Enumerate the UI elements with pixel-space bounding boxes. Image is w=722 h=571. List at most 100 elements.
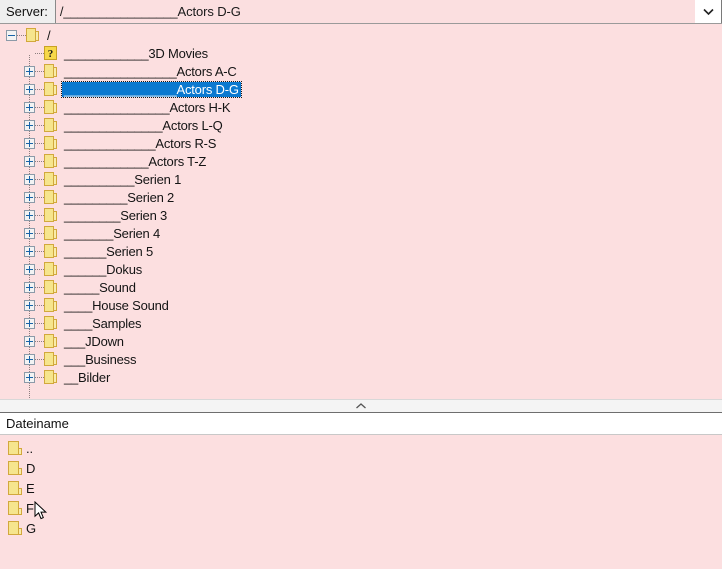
folder-icon: [8, 440, 22, 456]
folder-icon: [44, 63, 57, 79]
tree-row[interactable]: _______________Actors H-K: [0, 98, 722, 116]
tree-row[interactable]: ___JDown: [0, 332, 722, 350]
folder-icon: [44, 333, 57, 349]
tree-connector: [35, 232, 44, 234]
chevron-up-icon[interactable]: [356, 403, 367, 409]
svg-text:?: ?: [48, 48, 54, 60]
tree-row[interactable]: ________________Actors D-G: [0, 80, 722, 98]
tree-row[interactable]: __Bilder: [0, 368, 722, 386]
column-header-filename[interactable]: Dateiname: [6, 416, 69, 431]
tree-label: ____Samples: [64, 315, 142, 331]
tree-row[interactable]: ______Serien 5: [0, 242, 722, 260]
tree-connector: [35, 286, 44, 288]
file-name: F: [26, 500, 34, 516]
tree-label: _______Serien 4: [64, 225, 161, 241]
expand-expander-icon[interactable]: [24, 173, 35, 185]
tree-children-container: ? ____________3D Movies ________________Ac…: [0, 44, 722, 386]
folder-icon: [8, 520, 22, 536]
file-list-item[interactable]: F: [0, 498, 722, 518]
folder-icon: [44, 171, 57, 187]
panel-splitter[interactable]: [0, 399, 722, 413]
tree-row[interactable]: ______________Actors L-Q: [0, 116, 722, 134]
folder-icon: [44, 225, 57, 241]
file-list-item[interactable]: G: [0, 518, 722, 538]
file-name: ..: [26, 440, 34, 456]
tree-row[interactable]: _____Sound: [0, 278, 722, 296]
collapse-expander-icon[interactable]: [6, 29, 17, 41]
folder-icon: [44, 81, 57, 97]
file-list-item[interactable]: ..: [0, 438, 722, 458]
file-list[interactable]: .. D E F G: [0, 435, 722, 569]
tree-connector: [35, 358, 44, 360]
tree-connector: [35, 214, 44, 216]
tree-label: ________Serien 3: [64, 207, 168, 223]
expand-expander-icon[interactable]: [24, 353, 35, 365]
expand-expander-icon[interactable]: [24, 227, 35, 239]
expand-expander-icon[interactable]: [24, 83, 35, 95]
file-list-header[interactable]: Dateiname: [0, 413, 722, 435]
expand-expander-icon[interactable]: [24, 281, 35, 293]
file-name: E: [26, 480, 35, 496]
folder-icon: [44, 297, 57, 313]
expand-expander-icon[interactable]: [24, 101, 35, 113]
expand-expander-icon[interactable]: [24, 65, 35, 77]
folder-icon: [8, 500, 22, 516]
tree-row[interactable]: ____Samples: [0, 314, 722, 332]
expand-expander-icon[interactable]: [24, 371, 35, 383]
folder-icon: [8, 480, 22, 496]
expand-expander-icon[interactable]: [24, 137, 35, 149]
tree-label: _____Sound: [64, 279, 136, 295]
tree-row[interactable]: ___Business: [0, 350, 722, 368]
file-list-panel[interactable]: Dateiname .. D E F G: [0, 413, 722, 570]
tree-connector: [35, 322, 44, 324]
expand-expander-icon[interactable]: [24, 335, 35, 347]
tree-label: __Bilder: [64, 369, 111, 385]
tree-connector: [35, 268, 44, 270]
file-list-item[interactable]: E: [0, 478, 722, 498]
folder-icon: [44, 99, 57, 115]
folder-icon: [44, 369, 57, 385]
file-name: G: [26, 520, 37, 536]
folder-icon: [44, 153, 57, 169]
expand-expander-icon[interactable]: [24, 155, 35, 167]
expand-expander-icon[interactable]: [24, 209, 35, 221]
expand-expander-icon[interactable]: [24, 191, 35, 203]
tree-row[interactable]: ________Serien 3: [0, 206, 722, 224]
tree-label: ___JDown: [64, 333, 124, 349]
chevron-down-icon[interactable]: [695, 0, 721, 23]
tree-label: ______________Actors L-Q: [64, 117, 223, 133]
directory-tree[interactable]: / ? ____________3D Movies ________________…: [0, 24, 722, 399]
tree-connector: [35, 70, 44, 72]
expand-expander-icon[interactable]: [24, 317, 35, 329]
tree-row[interactable]: ? ____________3D Movies: [0, 44, 722, 62]
tree-label: ____________Actors T-Z: [64, 153, 207, 169]
tree-row[interactable]: __________Serien 1: [0, 170, 722, 188]
tree-row[interactable]: _______Serien 4: [0, 224, 722, 242]
server-label: Server:: [0, 0, 56, 23]
tree-row[interactable]: _________Serien 2: [0, 188, 722, 206]
tree-row[interactable]: _____________Actors R-S: [0, 134, 722, 152]
question-icon: ?: [44, 46, 57, 60]
tree-connector: [35, 142, 44, 144]
tree-row-root[interactable]: /: [0, 24, 722, 44]
expand-expander-icon[interactable]: [24, 299, 35, 311]
expand-expander-icon[interactable]: [24, 263, 35, 275]
tree-connector: [35, 304, 44, 306]
expand-expander-icon[interactable]: [24, 245, 35, 257]
tree-connector: [35, 178, 44, 180]
tree-connector: [35, 340, 44, 342]
tree-connector: [35, 124, 44, 126]
tree-row[interactable]: ________________Actors A-C: [0, 62, 722, 80]
tree-connector: [35, 160, 44, 162]
server-path-input[interactable]: /________________Actors D-G: [55, 0, 695, 23]
tree-row[interactable]: ____House Sound: [0, 296, 722, 314]
tree-row[interactable]: ______Dokus: [0, 260, 722, 278]
tree-row[interactable]: ____________Actors T-Z: [0, 152, 722, 170]
tree-connector: [35, 250, 44, 252]
tree-label: ________________Actors A-C: [64, 63, 237, 79]
file-list-item[interactable]: D: [0, 458, 722, 478]
server-path-combobox[interactable]: /________________Actors D-G: [55, 0, 722, 23]
tree-label: ______Dokus: [64, 261, 143, 277]
expand-expander-icon[interactable]: [24, 119, 35, 131]
folder-icon: [44, 243, 57, 259]
